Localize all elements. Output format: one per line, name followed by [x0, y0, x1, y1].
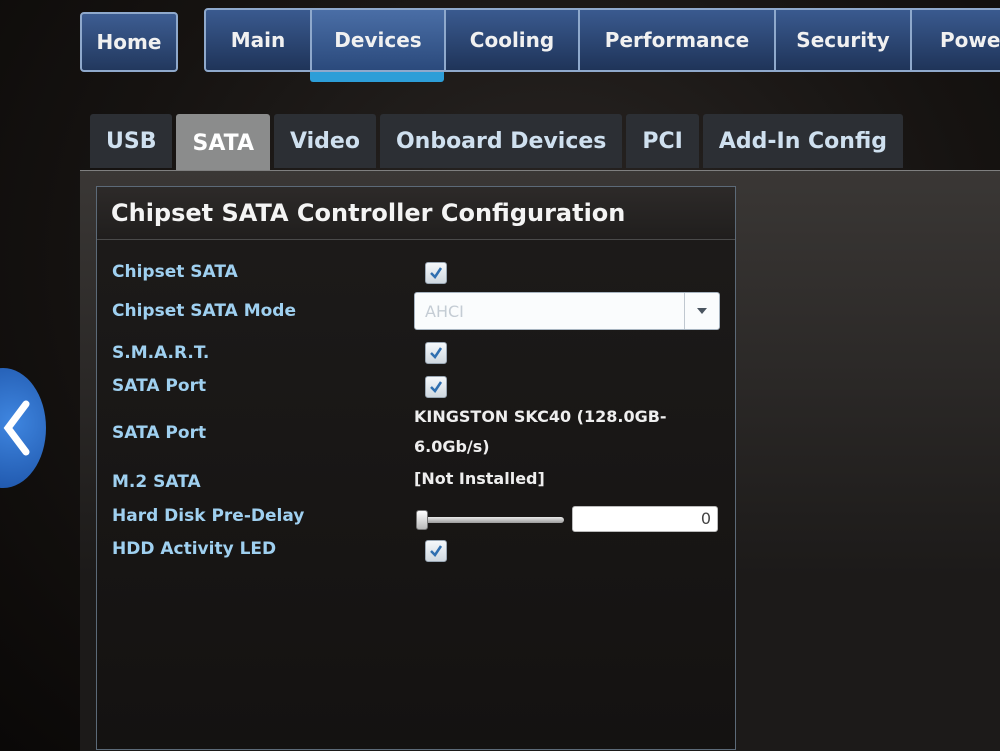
subtab-add-in-config[interactable]: Add-In Config [702, 114, 904, 168]
sata-port-device-line1: KINGSTON SKC40 (128.0GB- [414, 407, 667, 426]
hdd-predelay-label: Hard Disk Pre-Delay [112, 506, 305, 526]
chevron-down-icon [697, 308, 707, 314]
hdd-activity-led-label: HDD Activity LED [112, 539, 277, 559]
tab-security[interactable]: Security [776, 10, 912, 70]
bios-screen: Home Main Devices Cooling Performance Se… [0, 0, 1000, 751]
dropdown-arrow[interactable] [684, 293, 719, 329]
hdd-predelay-input[interactable]: 0 [572, 506, 718, 532]
smart-checkbox[interactable] [425, 342, 447, 364]
panel-title: Chipset SATA Controller Configuration [97, 187, 735, 240]
tab-power[interactable]: Power [912, 10, 1000, 70]
subtab-pci[interactable]: PCI [626, 114, 699, 168]
m2-sata-label: M.2 SATA [112, 472, 201, 492]
chipset-sata-mode-label: Chipset SATA Mode [112, 301, 296, 321]
subtab-video[interactable]: Video [273, 114, 376, 168]
sata-port-device-line2: 6.0Gb/s) [414, 437, 490, 456]
tab-performance[interactable]: Performance [580, 10, 776, 70]
smart-label: S.M.A.R.T. [112, 343, 210, 363]
m2-sata-value: [Not Installed] [414, 469, 545, 488]
home-button[interactable]: Home [80, 12, 178, 72]
tab-devices[interactable]: Devices [312, 10, 446, 70]
subtab-sata[interactable]: SATA [176, 114, 270, 172]
sata-port-device-value: KINGSTON SKC40 (128.0GB- 6.0Gb/s) [414, 402, 667, 462]
chevron-left-icon [3, 400, 30, 456]
checkmark-icon [430, 267, 443, 279]
checkmark-icon [430, 545, 443, 557]
tab-main[interactable]: Main [206, 10, 312, 70]
sata-port-checkbox[interactable] [425, 376, 447, 398]
subtab-usb[interactable]: USB [90, 114, 173, 168]
sata-port-device-label: SATA Port [112, 423, 207, 443]
back-button[interactable] [0, 368, 46, 488]
chipset-sata-mode-select[interactable]: AHCI [414, 292, 720, 330]
active-tab-indicator [310, 72, 444, 82]
chipset-sata-checkbox[interactable] [425, 262, 447, 284]
hdd-predelay-slider[interactable] [416, 517, 564, 523]
tab-cooling[interactable]: Cooling [446, 10, 580, 70]
hdd-activity-led-checkbox[interactable] [425, 540, 447, 562]
checkmark-icon [430, 381, 443, 393]
chipset-sata-label: Chipset SATA [112, 262, 238, 282]
main-nav: Main Devices Cooling Performance Securit… [204, 8, 1000, 72]
subtab-onboard-devices[interactable]: Onboard Devices [379, 114, 623, 168]
sub-tabs: USB SATA Video Onboard Devices PCI Add-I… [90, 114, 904, 172]
hdd-predelay-slider-thumb[interactable] [416, 510, 428, 530]
checkmark-icon [430, 347, 443, 359]
chipset-sata-mode-value: AHCI [425, 302, 464, 321]
sata-port-enable-label: SATA Port [112, 376, 207, 396]
